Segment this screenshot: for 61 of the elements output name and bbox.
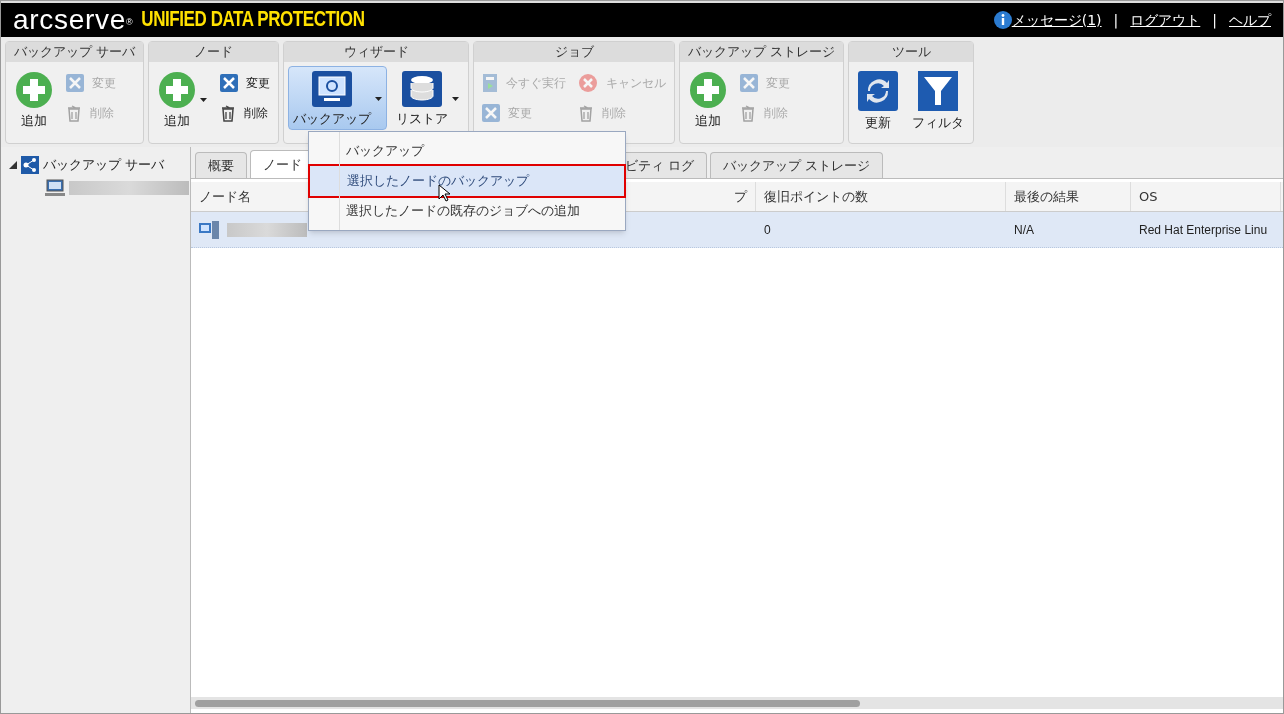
cancel-icon: [578, 73, 599, 93]
trash-icon: [578, 104, 595, 122]
separator: |: [1113, 10, 1119, 31]
plus-circle-icon: [15, 71, 53, 109]
group-title: ツール: [849, 42, 974, 62]
table-cell-text: N/A: [1014, 221, 1034, 239]
caret-icon: [375, 97, 383, 101]
toolbar-button[interactable]: 削除: [216, 100, 275, 126]
filter-icon: [918, 71, 959, 111]
tools-icon: [66, 74, 84, 92]
caret-icon: [200, 98, 208, 102]
group-title: ノード: [149, 42, 279, 62]
toolbar-button[interactable]: 変更: [216, 70, 275, 96]
toolbar-button[interactable]: 更新: [853, 66, 904, 134]
column-header[interactable]: ノード名: [199, 186, 251, 207]
table-cell-text: Red Hat Enterprise Linu: [1139, 221, 1268, 239]
plus-circle-icon: [158, 71, 197, 109]
toolbar-button[interactable]: リストア: [391, 66, 465, 130]
header-link[interactable]: ヘルプ: [1229, 9, 1271, 31]
trash-icon: [220, 104, 237, 122]
database-icon: [402, 71, 443, 107]
tools-icon: [740, 74, 759, 92]
tab[interactable]: 概要: [195, 152, 247, 178]
tools-icon: [482, 104, 501, 122]
caret-icon: [452, 97, 460, 101]
toolbar-button[interactable]: 追加: [684, 66, 733, 132]
mouse-cursor-icon: [438, 184, 450, 202]
tab[interactable]: バックアップ ストレージ: [710, 152, 884, 178]
column-header[interactable]: 最後の結果: [1014, 186, 1079, 207]
plus-circle-icon: [689, 71, 728, 109]
info-icon: [993, 11, 1012, 29]
toolbar-button[interactable]: 追加: [153, 66, 213, 132]
toolbar-button[interactable]: 追加: [10, 66, 58, 132]
separator: |: [1212, 10, 1217, 31]
group-title: バックアップ ストレージ: [680, 42, 844, 62]
horizontal-scrollbar[interactable]: [191, 697, 1283, 709]
header-link[interactable]: ログアウト: [1130, 9, 1201, 31]
trash-icon: [740, 104, 757, 122]
toolbar-button[interactable]: バックアップ: [288, 66, 388, 130]
group-title: ウィザード: [284, 42, 469, 62]
run-icon: [482, 73, 499, 93]
server-icon: [199, 220, 219, 239]
toolbar-button[interactable]: フィルタ: [907, 66, 970, 134]
header-link[interactable]: メッセージ(1): [1011, 9, 1102, 31]
column-header[interactable]: 復旧ポイントの数: [764, 186, 868, 207]
group-title: バックアップ サーバ: [6, 42, 144, 62]
network-icon: [21, 155, 39, 174]
collapse-triangle-icon[interactable]: [9, 160, 17, 169]
column-header[interactable]: OS: [1139, 186, 1158, 207]
trash-icon: [66, 104, 82, 122]
tree-item[interactable]: バックアップ サーバ: [9, 155, 190, 175]
monitor-icon: [312, 71, 353, 107]
group-title: ジョブ: [474, 42, 675, 62]
tools-icon: [220, 74, 239, 92]
menu-item[interactable]: 選択したノードのバックアップ: [310, 166, 624, 196]
column-header[interactable]: プ: [734, 186, 747, 207]
refresh-icon: [858, 71, 899, 111]
computer-icon: [45, 178, 65, 197]
table-cell-text: 0: [764, 221, 771, 239]
logo: arcserve$^{®}$: [13, 6, 134, 34]
product-name: UNIFIED DATA PROTECTION: [141, 6, 365, 34]
